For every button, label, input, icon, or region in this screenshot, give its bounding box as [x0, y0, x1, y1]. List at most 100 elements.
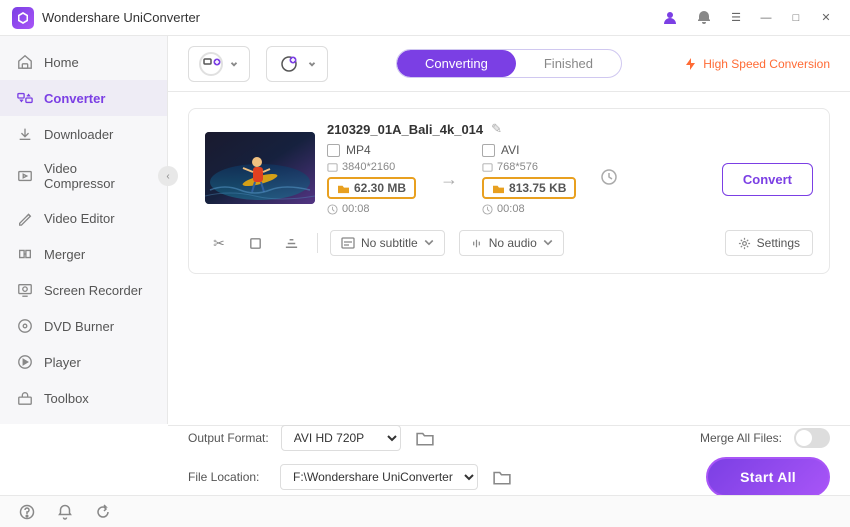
settings-button[interactable]: Settings [725, 230, 813, 256]
sidebar-item-player[interactable]: Player [0, 344, 167, 380]
target-size: 813.75 KB [509, 181, 566, 195]
sidebar-collapse-button[interactable]: ‹ [158, 166, 178, 186]
main-container: Home Converter Downloader Video Compress… [0, 36, 850, 495]
sidebar-item-downloader[interactable]: Downloader [0, 116, 167, 152]
source-size: 62.30 MB [354, 181, 406, 195]
help-icon[interactable] [16, 501, 38, 523]
downloader-icon [16, 125, 34, 143]
toolbox-icon [16, 389, 34, 407]
sidebar-item-home[interactable]: Home [0, 44, 167, 80]
status-bar [0, 495, 850, 527]
minimize-button[interactable]: — [754, 6, 778, 30]
player-icon [16, 353, 34, 371]
audio-label: No audio [489, 236, 537, 250]
crop-icon[interactable] [241, 229, 269, 257]
file-name-row: 210329_01A_Bali_4k_014 ✎ [327, 121, 813, 137]
subtitle-label: No subtitle [361, 236, 418, 250]
tab-finished[interactable]: Finished [516, 50, 621, 77]
sidebar-merger-label: Merger [44, 247, 85, 262]
sidebar-wrapper: Home Converter Downloader Video Compress… [0, 36, 168, 495]
target-duration-text: 00:08 [497, 203, 525, 215]
output-format-row: Output Format: AVI HD 720P Merge All Fil… [188, 425, 830, 451]
merge-label: Merge All Files: [700, 431, 782, 445]
file-card: 210329_01A_Bali_4k_014 ✎ MP4 [188, 108, 830, 274]
target-resolution: 768*576 [482, 161, 576, 173]
add-files-icon [199, 52, 223, 76]
file-header-row: 210329_01A_Bali_4k_014 ✎ MP4 [205, 121, 813, 215]
converter-icon [16, 89, 34, 107]
file-location-label: File Location: [188, 470, 268, 484]
effects-icon[interactable] [277, 229, 305, 257]
sidebar-item-video-compressor[interactable]: Video Compressor [0, 152, 167, 200]
source-resolution: 3840*2160 [327, 161, 416, 173]
subtitle-dropdown[interactable]: No subtitle [330, 230, 445, 256]
sidebar-item-screen-recorder[interactable]: Screen Recorder [0, 272, 167, 308]
sidebar-item-dvd-burner[interactable]: DVD Burner [0, 308, 167, 344]
titlebar: Wondershare UniConverter ☰ — □ ✕ [0, 0, 850, 36]
source-format-box: MP4 3840*2160 62.30 MB [327, 143, 416, 215]
format-settings-icon[interactable] [600, 168, 618, 191]
file-area: 210329_01A_Bali_4k_014 ✎ MP4 [168, 92, 850, 425]
dvd-icon [16, 317, 34, 335]
source-duration: 00:08 [327, 203, 416, 215]
target-checkbox[interactable] [482, 144, 495, 157]
main-toolbar: Converting Finished High Speed Conversio… [168, 36, 850, 92]
file-location-select[interactable]: F:\Wondershare UniConverter [280, 464, 478, 490]
target-res-text: 768*576 [497, 161, 538, 173]
location-folder-icon[interactable] [490, 465, 514, 489]
start-all-button[interactable]: Start All [706, 457, 830, 496]
bell-icon[interactable] [690, 4, 718, 32]
sub-toolbar-divider [317, 233, 318, 253]
sidebar-recorder-label: Screen Recorder [44, 283, 142, 298]
video-editor-icon [16, 209, 34, 227]
file-name: 210329_01A_Bali_4k_014 [327, 122, 483, 137]
source-duration-text: 00:08 [342, 203, 370, 215]
sidebar-item-video-editor[interactable]: Video Editor [0, 200, 167, 236]
target-duration: 00:08 [482, 203, 576, 215]
sidebar-item-toolbox[interactable]: Toolbox [0, 380, 167, 416]
notification-icon[interactable] [54, 501, 76, 523]
app-title: Wondershare UniConverter [42, 10, 656, 25]
convert-arrow-icon: → [440, 169, 458, 190]
output-format-select[interactable]: AVI HD 720P [281, 425, 401, 451]
sidebar-item-converter[interactable]: Converter [0, 80, 167, 116]
speed-label: High Speed Conversion [684, 57, 830, 71]
sidebar-downloader-label: Downloader [44, 127, 113, 142]
edit-filename-icon[interactable]: ✎ [491, 121, 502, 137]
merge-toggle[interactable] [794, 428, 830, 448]
add-url-button[interactable] [266, 46, 328, 82]
target-size-badge: 813.75 KB [482, 177, 576, 199]
menu-icon[interactable]: ☰ [724, 6, 748, 30]
add-files-button[interactable] [188, 46, 250, 82]
format-section: MP4 3840*2160 62.30 MB [327, 143, 813, 215]
sidebar-item-merger[interactable]: Merger [0, 236, 167, 272]
file-location-row: File Location: F:\Wondershare UniConvert… [188, 457, 830, 496]
file-thumbnail [205, 132, 315, 204]
source-format-tag: MP4 [346, 143, 371, 157]
user-icon[interactable] [656, 4, 684, 32]
sidebar-converter-label: Converter [44, 91, 105, 106]
window-controls: ☰ — □ ✕ [656, 4, 838, 32]
source-checkbox[interactable] [327, 144, 340, 157]
sidebar-toolbox-label: Toolbox [44, 391, 89, 406]
file-info: 210329_01A_Bali_4k_014 ✎ MP4 [327, 121, 813, 215]
close-button[interactable]: ✕ [814, 6, 838, 30]
source-res-text: 3840*2160 [342, 161, 395, 173]
sidebar-home-label: Home [44, 55, 79, 70]
tab-converting[interactable]: Converting [397, 50, 516, 77]
sub-toolbar: ✂ No subtitle [205, 225, 813, 261]
cut-icon[interactable]: ✂ [205, 229, 233, 257]
speed-text: High Speed Conversion [703, 57, 830, 71]
bottom-bar: Output Format: AVI HD 720P Merge All Fil… [168, 425, 850, 495]
thumbnail-image [205, 132, 315, 204]
sidebar: Home Converter Downloader Video Compress… [0, 36, 168, 424]
output-folder-icon[interactable] [413, 426, 437, 450]
refresh-icon[interactable] [92, 501, 114, 523]
convert-button[interactable]: Convert [722, 163, 813, 196]
video-compressor-icon [16, 167, 34, 185]
source-size-badge: 62.30 MB [327, 177, 416, 199]
home-icon [16, 53, 34, 71]
merger-icon [16, 245, 34, 263]
audio-dropdown[interactable]: No audio [459, 230, 564, 256]
maximize-button[interactable]: □ [784, 6, 808, 30]
